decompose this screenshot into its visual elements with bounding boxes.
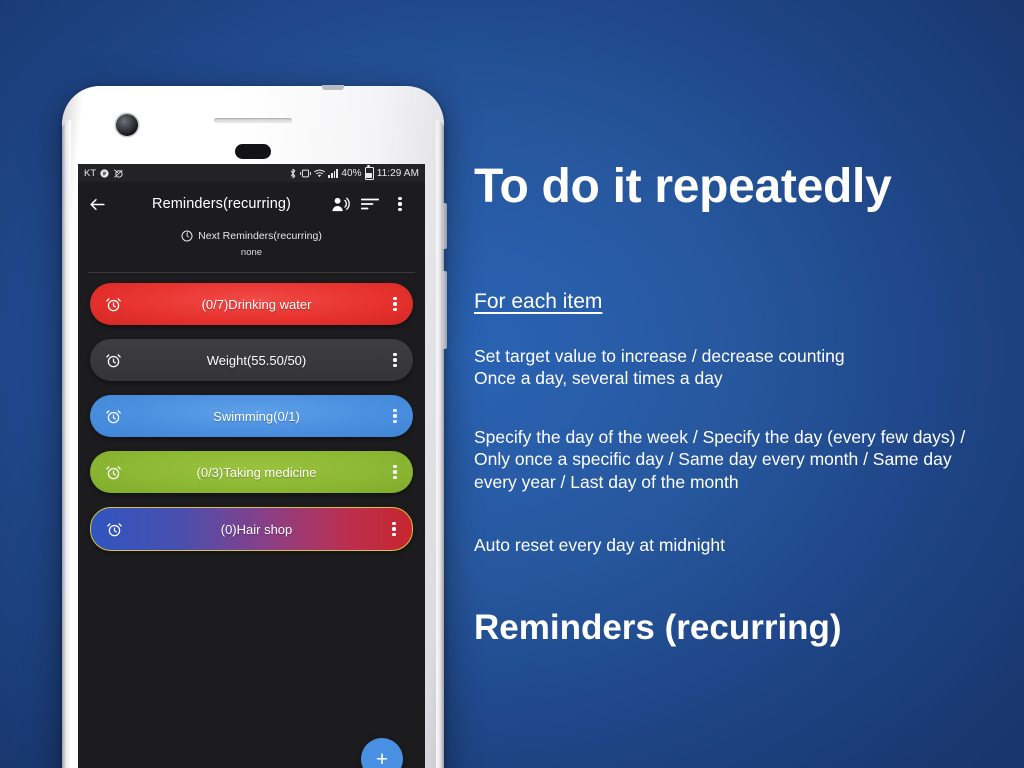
vibrate-icon — [300, 169, 312, 177]
earpiece-speaker — [214, 118, 292, 123]
phone-screen: KT 40% 11:29 AM Reminders(recurring) Nex… — [78, 164, 425, 768]
subheading: For each item — [474, 290, 603, 313]
sort-icon[interactable] — [355, 197, 385, 211]
feature-line-2: Once a day, several times a day — [474, 368, 723, 389]
plus-icon: + — [375, 747, 389, 768]
slide-copy: To do it repeatedly For each item Set ta… — [474, 0, 1019, 768]
reminder-item-drinking-water[interactable]: (0/7)Drinking water — [90, 283, 413, 325]
overflow-menu-icon[interactable] — [387, 352, 403, 368]
next-reminder-value: none — [240, 247, 263, 258]
status-bar-right: 40% 11:29 AM — [289, 164, 419, 180]
overflow-menu-icon[interactable] — [387, 464, 403, 480]
next-reminder-section: Next Reminders(recurring) none — [78, 226, 425, 266]
signal-bars-icon — [328, 168, 338, 178]
battery-percent-label: 40% — [341, 167, 362, 179]
alarm-muted-icon — [114, 168, 123, 178]
notification-icon — [100, 168, 109, 178]
feature-paragraph-2: Specify the day of the week / Specify th… — [474, 427, 966, 492]
phone-mockup: KT 40% 11:29 AM Reminders(recurring) Nex… — [62, 85, 447, 768]
alarm-clock-icon — [100, 352, 126, 369]
headline: To do it repeatedly — [474, 160, 892, 213]
reminder-item-label: Weight(55.50/50) — [206, 352, 307, 368]
volume-button[interactable] — [442, 271, 447, 349]
add-reminder-button[interactable]: + — [361, 738, 403, 768]
status-bar: KT 40% 11:29 AM — [78, 164, 425, 182]
bluetooth-icon — [291, 168, 296, 178]
alarm-clock-icon — [101, 521, 127, 538]
phone-antenna-mark — [322, 85, 344, 90]
wifi-icon — [314, 169, 326, 177]
clock-label: 11:29 AM — [376, 167, 419, 179]
reminder-item-label: Swimming(0/1) — [213, 408, 300, 424]
app-bar: Reminders(recurring) — [78, 182, 425, 226]
power-button[interactable] — [442, 203, 447, 249]
feature-paragraph-3: Auto reset every day at midnight — [474, 535, 725, 555]
status-bar-left: KT — [84, 168, 124, 179]
overflow-menu-icon[interactable] — [386, 521, 402, 537]
phone-edge-left — [62, 120, 71, 768]
overflow-menu-icon[interactable] — [387, 408, 403, 424]
person-speaking-icon[interactable] — [325, 196, 355, 213]
feature-paragraph-1: Set target value to increase / decrease … — [474, 345, 1004, 390]
front-camera-icon — [116, 114, 138, 136]
overflow-menu-icon[interactable] — [385, 196, 415, 212]
slide-canvas: KT 40% 11:29 AM Reminders(recurring) Nex… — [0, 0, 1024, 768]
feature-line-1: Set target value to increase / decrease … — [474, 346, 845, 366]
reminder-item-hair-shop[interactable]: (0)Hair shop — [90, 507, 413, 551]
reminder-item-label: (0/3)Taking medicine — [196, 464, 317, 480]
back-arrow-icon[interactable] — [88, 195, 118, 214]
reminder-item-label: (0/7)Drinking water — [201, 296, 312, 312]
app-name-footer: Reminders (recurring) — [474, 608, 842, 647]
clock-icon — [181, 230, 193, 242]
page-title: Reminders(recurring) — [152, 196, 291, 212]
overflow-menu-icon[interactable] — [387, 296, 403, 312]
alarm-clock-icon — [100, 408, 126, 425]
sensor-pill — [235, 144, 271, 159]
reminder-item-weight[interactable]: Weight(55.50/50) — [90, 339, 413, 381]
alarm-clock-icon — [100, 296, 126, 313]
battery-icon — [364, 164, 374, 180]
next-reminder-header: Next Reminders(recurring) — [78, 230, 425, 242]
reminder-item-taking-medicine[interactable]: (0/3)Taking medicine — [90, 451, 413, 493]
carrier-label: KT — [84, 167, 97, 179]
reminder-item-label: (0)Hair shop — [220, 521, 293, 537]
next-reminder-label: Next Reminders(recurring) — [198, 230, 322, 242]
reminder-item-swimming[interactable]: Swimming(0/1) — [90, 395, 413, 437]
reminder-list: (0/7)Drinking water Weight(55.50/50) Swi… — [78, 273, 425, 551]
alarm-clock-icon — [100, 464, 126, 481]
